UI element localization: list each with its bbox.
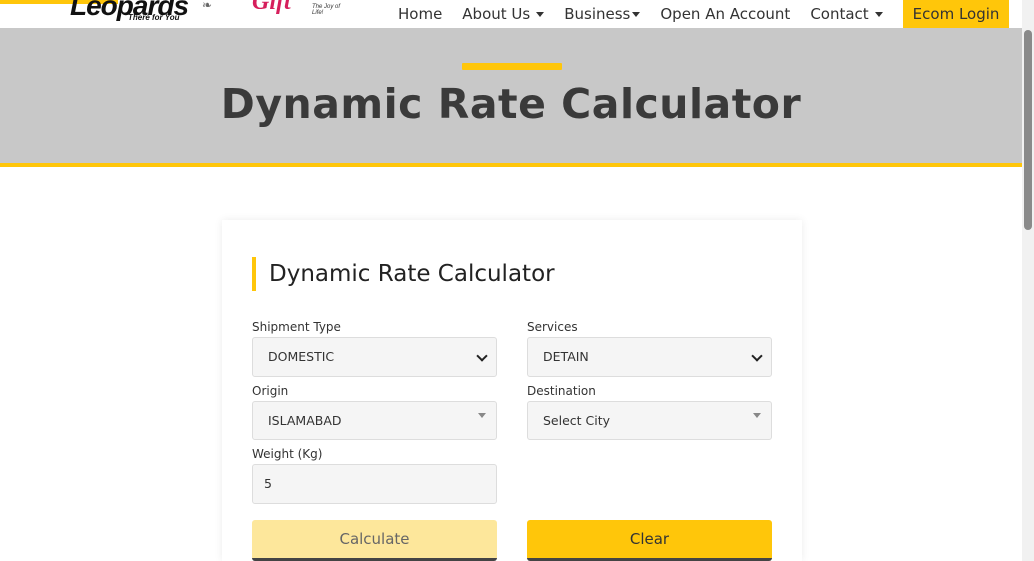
services-value: DETAIN xyxy=(543,349,589,364)
destination-value: Select City xyxy=(543,413,611,428)
triangle-down-icon xyxy=(478,413,486,418)
nav-open-account[interactable]: Open An Account xyxy=(650,0,800,28)
leopards-logo[interactable]: Leopards ❧ There for You xyxy=(70,0,215,26)
logo-tagline: There for You xyxy=(128,13,180,22)
caret-down-icon xyxy=(536,11,545,17)
origin-value: ISLAMABAD xyxy=(268,413,342,428)
clear-button[interactable]: Clear xyxy=(527,520,772,561)
gift-logo[interactable]: Gift The Joy of Life! xyxy=(252,0,352,20)
top-navbar: Leopards ❧ There for You Gift The Joy of… xyxy=(0,0,1022,28)
nav-contact-label: Contact xyxy=(810,5,869,23)
destination-label: Destination xyxy=(527,384,596,398)
main-nav: Home About Us Business Open An Account C… xyxy=(388,0,1010,28)
page-title: Dynamic Rate Calculator xyxy=(220,80,802,128)
destination-select[interactable]: Select City xyxy=(527,401,772,440)
ecom-login-label: Ecom Login xyxy=(912,5,1000,23)
weight-value: 5 xyxy=(264,476,272,491)
triangle-down-icon xyxy=(753,413,761,418)
nav-open-account-label: Open An Account xyxy=(660,5,791,23)
page-hero: Dynamic Rate Calculator xyxy=(0,28,1022,167)
nav-business[interactable]: Business xyxy=(554,0,650,28)
calculate-button[interactable]: Calculate xyxy=(252,520,497,561)
caret-down-icon xyxy=(632,11,641,17)
nav-contact[interactable]: Contact xyxy=(800,0,892,28)
calculator-title: Dynamic Rate Calculator xyxy=(252,257,555,291)
caret-down-icon xyxy=(874,11,883,17)
shipment-type-select[interactable]: DOMESTIC xyxy=(252,337,497,377)
ecom-login-button[interactable]: Ecom Login xyxy=(902,0,1010,28)
origin-label: Origin xyxy=(252,384,289,398)
services-label: Services xyxy=(527,320,578,334)
nav-business-label: Business xyxy=(564,5,631,23)
nav-about-us-label: About Us xyxy=(462,5,531,23)
chevron-down-icon xyxy=(476,350,488,362)
logo-swirl-icon: ❧ xyxy=(202,0,213,12)
shipment-type-value: DOMESTIC xyxy=(268,349,335,364)
page-scrollbar[interactable] xyxy=(1022,0,1034,561)
gift-logo-text: Gift xyxy=(252,0,291,15)
weight-input[interactable]: 5 xyxy=(252,464,497,504)
services-select[interactable]: DETAIN xyxy=(527,337,772,377)
weight-label: Weight (Kg) xyxy=(252,447,323,461)
origin-select[interactable]: ISLAMABAD xyxy=(252,401,497,440)
rate-calculator-card: Dynamic Rate Calculator Shipment Type DO… xyxy=(222,220,802,561)
chevron-down-icon xyxy=(751,350,763,362)
nav-about-us[interactable]: About Us xyxy=(452,0,554,28)
nav-home-label: Home xyxy=(398,5,443,23)
shipment-type-label: Shipment Type xyxy=(252,320,341,334)
gift-logo-tagline: The Joy of Life! xyxy=(312,4,341,16)
hero-accent-bar xyxy=(462,63,562,70)
nav-home[interactable]: Home xyxy=(388,0,452,28)
scrollbar-thumb[interactable] xyxy=(1024,30,1032,230)
